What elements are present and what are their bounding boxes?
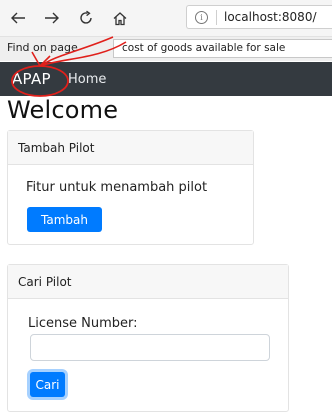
- license-number-label: License Number:: [28, 316, 138, 331]
- address-divider: [216, 10, 217, 25]
- tambah-pilot-card: Tambah Pilot Fitur untuk menambah pilot …: [7, 130, 254, 245]
- browser-toolbar: i localhost:8080/: [0, 0, 332, 37]
- url-text[interactable]: localhost:8080/: [224, 10, 317, 24]
- license-number-input[interactable]: [30, 334, 270, 361]
- find-input[interactable]: cost of goods available for sale: [113, 39, 332, 58]
- card-header-cari: Cari Pilot: [8, 265, 288, 299]
- nav-link-home[interactable]: Home: [68, 72, 106, 87]
- find-bar: Find on page cost of goods available for…: [0, 37, 332, 61]
- address-bar[interactable]: i localhost:8080/: [186, 5, 332, 29]
- arrow-right-icon[interactable]: [41, 7, 63, 29]
- cari-button[interactable]: Cari: [30, 372, 65, 397]
- tambah-button[interactable]: Tambah: [27, 207, 102, 232]
- arrow-left-icon[interactable]: [7, 7, 29, 29]
- cari-pilot-card: Cari Pilot License Number: Cari: [7, 264, 289, 412]
- reload-icon[interactable]: [75, 7, 97, 29]
- info-icon[interactable]: i: [195, 11, 208, 24]
- page-title: Welcome: [7, 96, 119, 124]
- app-navbar: APAP Home: [0, 62, 332, 96]
- find-label: Find on page: [7, 41, 78, 54]
- home-icon[interactable]: [109, 7, 131, 29]
- navbar-brand[interactable]: APAP: [12, 70, 51, 88]
- card-header-tambah: Tambah Pilot: [8, 131, 253, 165]
- tambah-description: Fitur untuk menambah pilot: [26, 180, 208, 195]
